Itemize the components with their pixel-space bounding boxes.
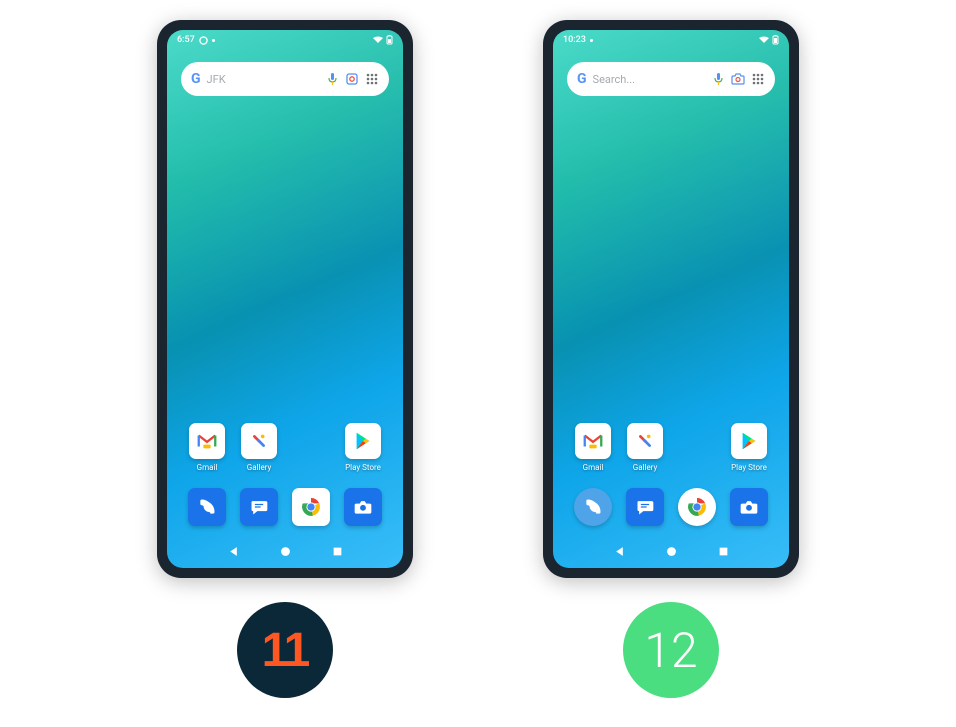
gallery-icon xyxy=(627,423,663,459)
gmail-icon xyxy=(189,423,225,459)
lens-icon[interactable] xyxy=(345,72,359,86)
camera-icon xyxy=(730,488,768,526)
app-label: Gallery xyxy=(247,463,272,472)
playstore-icon xyxy=(345,423,381,459)
dock-camera[interactable] xyxy=(725,488,773,526)
phone-column-right: 10:23 G Search... xyxy=(543,20,799,698)
search-bar[interactable]: G JFK xyxy=(181,62,389,96)
phone-frame: 6:57 G JFK xyxy=(157,20,413,578)
dock xyxy=(553,488,789,526)
messages-icon xyxy=(240,488,278,526)
app-label: Gmail xyxy=(197,463,218,472)
app-label: Gmail xyxy=(583,463,604,472)
dock-chrome[interactable] xyxy=(287,488,335,526)
app-row: Gmail Gallery Play Store xyxy=(553,423,789,472)
search-bar[interactable]: G Search... xyxy=(567,62,775,96)
dock-phone[interactable] xyxy=(569,488,617,526)
wifi-icon xyxy=(759,36,769,44)
nav-recent-icon[interactable] xyxy=(330,544,344,558)
status-time: 6:57 xyxy=(177,35,195,45)
chrome-icon xyxy=(292,488,330,526)
chrome-icon xyxy=(678,488,716,526)
app-playstore[interactable]: Play Store xyxy=(339,423,387,472)
app-playstore[interactable]: Play Store xyxy=(725,423,773,472)
status-time: 10:23 xyxy=(563,35,586,45)
battery-icon xyxy=(386,35,393,45)
nav-bar xyxy=(167,536,403,568)
app-label: Play Store xyxy=(731,463,767,472)
wifi-icon xyxy=(373,36,383,44)
status-dot-icon xyxy=(590,39,593,42)
dock-phone[interactable] xyxy=(183,488,231,526)
app-gallery[interactable]: Gallery xyxy=(235,423,283,472)
version-badge: 11 xyxy=(237,602,333,698)
nav-bar xyxy=(553,536,789,568)
battery-icon xyxy=(772,35,779,45)
app-row: Gmail Gallery Play Store xyxy=(167,423,403,472)
google-logo-icon: G xyxy=(191,71,201,87)
version-number: 11 xyxy=(262,623,309,678)
messages-icon xyxy=(626,488,664,526)
nav-home-icon[interactable] xyxy=(664,544,678,558)
notification-icon xyxy=(199,36,208,45)
search-input-text: JFK xyxy=(207,73,319,86)
nav-back-icon[interactable] xyxy=(226,544,240,558)
gmail-icon xyxy=(575,423,611,459)
apps-grid-icon[interactable] xyxy=(751,72,765,86)
phone-icon xyxy=(574,488,612,526)
google-logo-icon: G xyxy=(577,71,587,87)
phone-icon xyxy=(188,488,226,526)
status-dot-icon xyxy=(212,39,215,42)
phone-column-left: 6:57 G JFK xyxy=(157,20,413,698)
app-gmail[interactable]: Gmail xyxy=(569,423,617,472)
dock-camera[interactable] xyxy=(339,488,387,526)
dock-messages[interactable] xyxy=(235,488,283,526)
version-number: 12 xyxy=(644,622,697,679)
phone-frame: 10:23 G Search... xyxy=(543,20,799,578)
mic-icon[interactable] xyxy=(325,72,339,86)
dock-chrome[interactable] xyxy=(673,488,721,526)
status-bar: 10:23 xyxy=(553,30,789,50)
camera-search-icon[interactable] xyxy=(731,72,745,86)
nav-home-icon[interactable] xyxy=(278,544,292,558)
app-label: Play Store xyxy=(345,463,381,472)
phone-screen: 10:23 G Search... xyxy=(553,30,789,568)
app-gmail[interactable]: Gmail xyxy=(183,423,231,472)
version-badge: 12 xyxy=(623,602,719,698)
gallery-icon xyxy=(241,423,277,459)
camera-icon xyxy=(344,488,382,526)
search-input-text: Search... xyxy=(593,73,705,86)
dock-messages[interactable] xyxy=(621,488,669,526)
app-gallery[interactable]: Gallery xyxy=(621,423,669,472)
status-bar: 6:57 xyxy=(167,30,403,50)
dock xyxy=(167,488,403,526)
apps-grid-icon[interactable] xyxy=(365,72,379,86)
playstore-icon xyxy=(731,423,767,459)
phone-screen: 6:57 G JFK xyxy=(167,30,403,568)
nav-recent-icon[interactable] xyxy=(716,544,730,558)
app-label: Gallery xyxy=(633,463,658,472)
mic-icon[interactable] xyxy=(711,72,725,86)
nav-back-icon[interactable] xyxy=(612,544,626,558)
